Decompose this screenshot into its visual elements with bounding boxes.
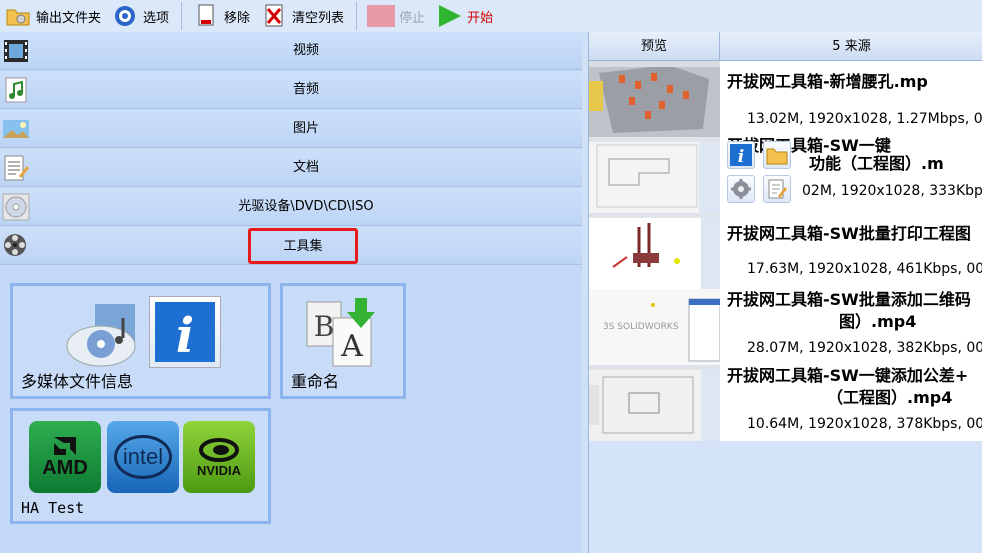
column-preview[interactable]: 预览 bbox=[589, 32, 720, 60]
file-thumbnail bbox=[589, 213, 720, 289]
intel-logo-icon: intel bbox=[107, 421, 179, 493]
start-label: 开始 bbox=[467, 10, 494, 26]
category-optical-label: 光驱设备\DVD\CD\ISO bbox=[238, 199, 374, 214]
clear-list-button[interactable]: 清空列表 bbox=[256, 2, 350, 30]
file-title-line2: 图）.mp4 bbox=[839, 312, 917, 331]
amd-brand-text: AMD bbox=[42, 456, 88, 479]
file-title: 开拔网工具箱-SW一键添加公差+ bbox=[727, 366, 969, 385]
svg-text:i: i bbox=[738, 147, 744, 166]
file-row[interactable]: 开拔网工具箱-新增腰孔.mp 13.02M, 1920x1028, 1.27Mb… bbox=[589, 61, 982, 137]
column-source[interactable]: 5 来源 bbox=[720, 32, 982, 60]
music-note-icon bbox=[2, 76, 30, 104]
category-document[interactable]: 文档 bbox=[0, 149, 582, 187]
file-meta: 28.07M, 1920x1028, 382Kbps, 00: bbox=[747, 340, 982, 356]
file-row[interactable]: 开拔网工具箱-SW一键添加公差+ （工程图）.mp4 10.64M, 1920x… bbox=[589, 365, 982, 441]
toolbar-separator bbox=[356, 2, 358, 30]
file-meta: 13.02M, 1920x1028, 1.27Mbps, 00 bbox=[747, 111, 982, 127]
remove-file-icon bbox=[192, 4, 220, 28]
film-icon bbox=[2, 37, 30, 65]
stop-button[interactable]: 停止 bbox=[363, 2, 431, 30]
remove-label: 移除 bbox=[224, 10, 251, 26]
file-list-header: 预览 5 来源 bbox=[589, 32, 982, 61]
svg-text:3S SOLIDWORKS: 3S SOLIDWORKS bbox=[603, 322, 679, 332]
stop-label: 停止 bbox=[399, 10, 426, 26]
svg-text:A: A bbox=[340, 329, 363, 364]
category-image-label: 图片 bbox=[292, 121, 319, 136]
file-meta: 17.63M, 1920x1028, 461Kbps, 00: bbox=[747, 261, 982, 277]
file-list[interactable]: 开拔网工具箱-新增腰孔.mp 13.02M, 1920x1028, 1.27Mb… bbox=[589, 61, 982, 441]
nvidia-brand-text: NVIDIA bbox=[196, 462, 242, 478]
clear-list-label: 清空列表 bbox=[292, 10, 345, 26]
category-image[interactable]: 图片 bbox=[0, 110, 582, 148]
file-meta: 10.64M, 1920x1028, 378Kbps, 00 bbox=[747, 416, 982, 432]
options-button[interactable]: 选项 bbox=[107, 2, 175, 30]
start-button[interactable]: 开始 bbox=[431, 2, 499, 30]
gear-icon[interactable] bbox=[727, 175, 755, 203]
options-label: 选项 bbox=[143, 10, 170, 26]
file-thumbnail bbox=[589, 61, 720, 137]
category-toolset-label: 工具集 bbox=[248, 228, 358, 264]
gear-icon bbox=[111, 4, 139, 28]
category-document-label: 文档 bbox=[292, 160, 319, 175]
category-video-label: 视频 bbox=[292, 43, 319, 58]
tool-rename-label: 重命名 bbox=[291, 372, 340, 391]
output-folder-label: 输出文件夹 bbox=[36, 10, 102, 26]
file-list-empty-area bbox=[589, 441, 982, 553]
file-row[interactable]: 开拔网工具箱-SW批量打印工程图 17.63M, 1920x1028, 461K… bbox=[589, 213, 982, 289]
toolbar-separator bbox=[181, 2, 183, 30]
tool-ha-test-label: HA Test bbox=[21, 499, 85, 517]
category-optical[interactable]: 光驱设备\DVD\CD\ISO bbox=[0, 188, 582, 226]
document-icon bbox=[2, 154, 30, 182]
file-title-line2: （工程图）.mp4 bbox=[827, 388, 953, 407]
film-reel-icon bbox=[2, 232, 30, 260]
picture-icon bbox=[2, 115, 30, 143]
nvidia-logo-icon: NVIDIA bbox=[183, 421, 255, 493]
tool-ha-test[interactable]: AMD intel NVIDIA HA Test bbox=[10, 408, 271, 524]
category-video[interactable]: 视频 bbox=[0, 32, 582, 70]
file-thumbnail: 3S SOLIDWORKS bbox=[589, 289, 720, 365]
edit-file-icon[interactable] bbox=[763, 175, 791, 203]
file-list-panel: 预览 5 来源 开拔网工具箱-新增腰孔.mp 13.02M, 1920x1028… bbox=[588, 32, 982, 553]
file-thumbnail bbox=[589, 365, 720, 441]
info-icon: i bbox=[149, 296, 221, 368]
play-icon bbox=[435, 4, 463, 28]
media-disc-icon bbox=[65, 300, 151, 374]
tool-media-info-label: 多媒体文件信息 bbox=[21, 372, 134, 391]
category-panel: 视频 音频 图片 文档 光驱设备\DVD\CD\ISO 工具集 i 多媒体文件信… bbox=[0, 32, 582, 553]
output-folder-button[interactable]: 输出文件夹 bbox=[0, 2, 107, 30]
amd-logo-icon: AMD bbox=[29, 421, 101, 493]
category-audio-label: 音频 bbox=[292, 82, 319, 97]
file-title-line2: 功能（工程图）.m bbox=[809, 154, 944, 173]
file-meta: 02M, 1920x1028, 333Kbp bbox=[802, 183, 982, 199]
disc-icon bbox=[2, 193, 30, 221]
tool-rename[interactable]: BA 重命名 bbox=[280, 283, 406, 399]
folder-icon bbox=[4, 4, 32, 28]
file-title: 开拔网工具箱-新增腰孔.mp bbox=[727, 72, 928, 91]
file-title: 开拔网工具箱-SW批量添加二维码 bbox=[727, 290, 971, 309]
rename-icon: BA bbox=[305, 296, 381, 374]
stop-icon bbox=[367, 4, 396, 28]
file-thumbnail bbox=[589, 137, 720, 213]
file-title: 开拔网工具箱-SW批量打印工程图 bbox=[727, 224, 971, 243]
category-audio[interactable]: 音频 bbox=[0, 71, 582, 109]
file-row[interactable]: 3S SOLIDWORKS 开拔网工具箱-SW批量添加二维码 图）.mp4 28… bbox=[589, 289, 982, 365]
category-toolset[interactable]: 工具集 bbox=[0, 227, 582, 265]
svg-text:B: B bbox=[314, 310, 335, 343]
info-icon[interactable]: i bbox=[727, 141, 755, 169]
clear-list-icon bbox=[260, 4, 288, 28]
toolbar: 输出文件夹 选项 移除 清空列表 停止 开始 bbox=[0, 0, 982, 32]
remove-button[interactable]: 移除 bbox=[188, 2, 256, 30]
svg-text:i: i bbox=[176, 308, 194, 362]
folder-icon[interactable] bbox=[763, 141, 791, 169]
intel-brand-text: intel bbox=[113, 435, 173, 479]
tool-media-info[interactable]: i 多媒体文件信息 bbox=[10, 283, 271, 399]
